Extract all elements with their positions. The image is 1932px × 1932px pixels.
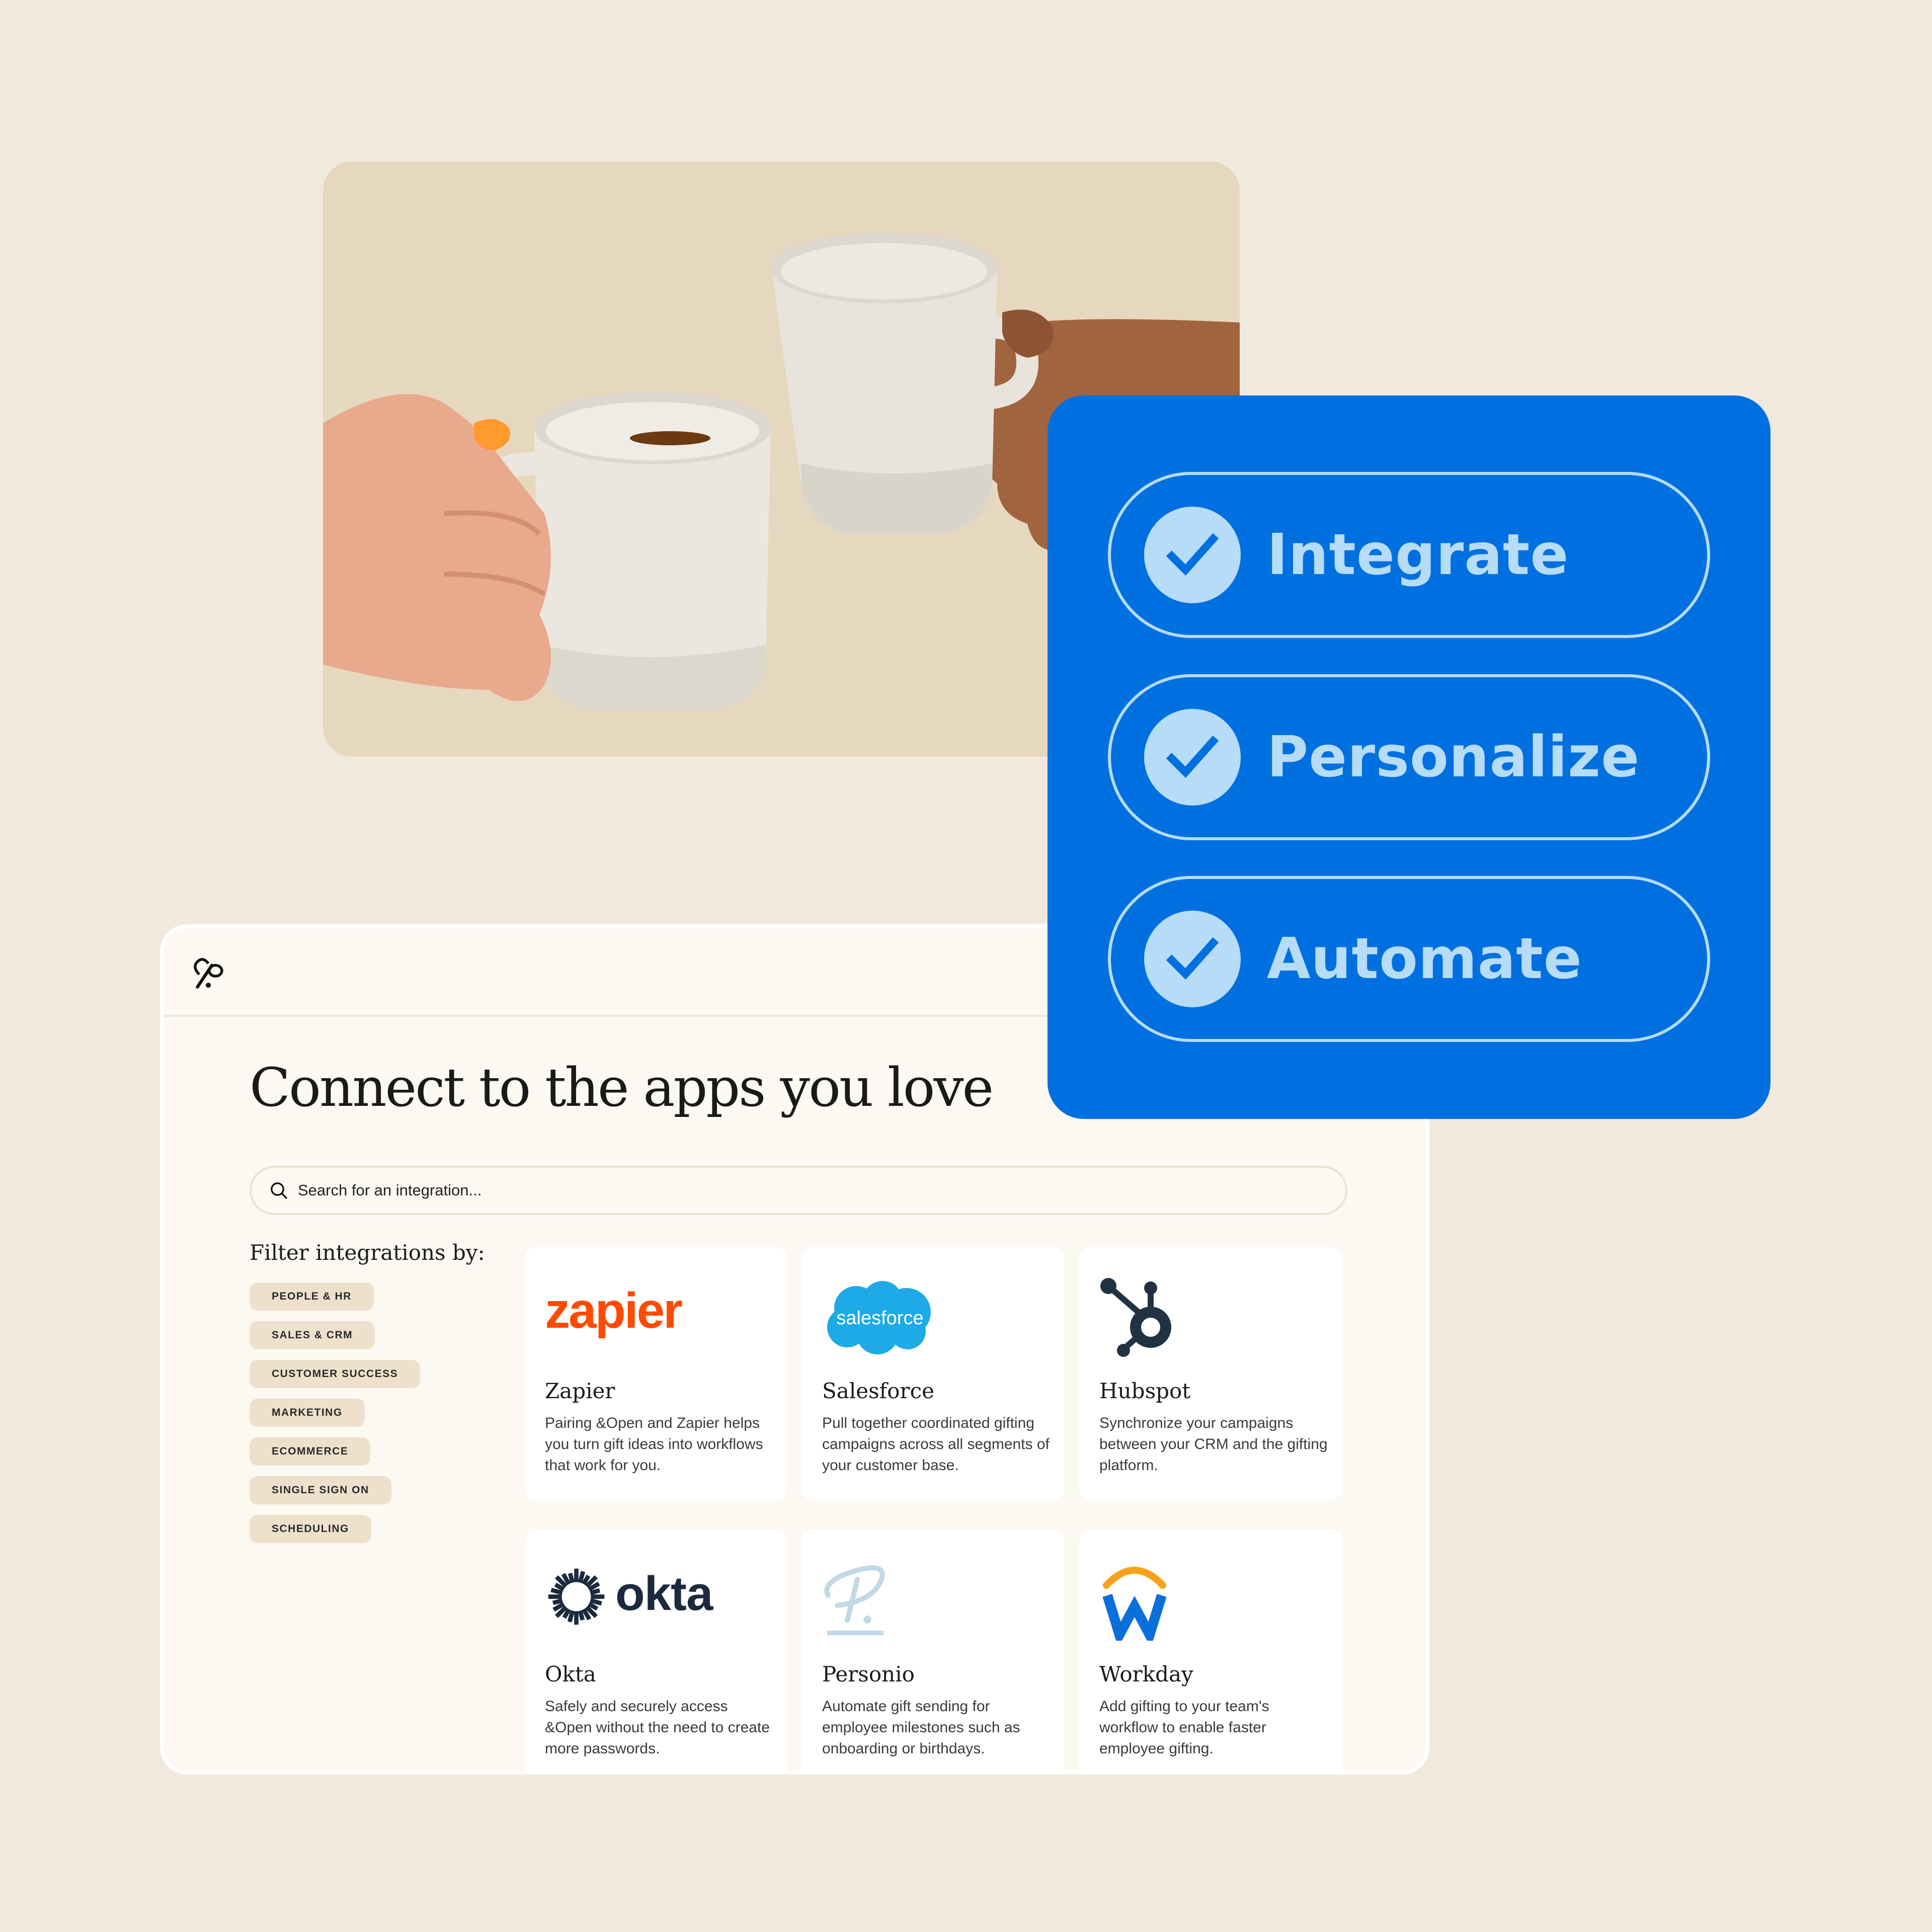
zapier-logo: zapier — [545, 1277, 766, 1352]
filter-chip-scheduling[interactable]: SCHEDULING — [250, 1515, 371, 1543]
integration-name: Zapier — [545, 1379, 615, 1403]
page-title: Connect to the apps you love — [250, 1057, 994, 1118]
okta-ray — [550, 1587, 563, 1595]
salesforce-logo-text: salesforce — [836, 1308, 923, 1329]
okta-ray — [552, 1598, 563, 1605]
integration-description: Safely and securely access &Open without… — [545, 1698, 770, 1757]
check-circle-icon — [1144, 709, 1241, 806]
filter-chip-list: PEOPLE & HR SALES & CRM CUSTOMER SUCCESS… — [250, 1282, 421, 1554]
integration-card-workday[interactable]: Workday Add gifting to your team's workf… — [1079, 1530, 1342, 1770]
hubspot-sprocket-icon — [1100, 1278, 1171, 1357]
integration-card-hubspot[interactable]: Hubspot Synchronize your campaigns betwe… — [1079, 1247, 1342, 1501]
hubspot-sprocket-logo — [1099, 1277, 1321, 1357]
filter-chip-people-hr[interactable]: PEOPLE & HR — [250, 1282, 374, 1311]
integration-name: Okta — [545, 1662, 596, 1686]
okta-ray — [578, 1610, 585, 1621]
zapier-logo-wordmark: zapier — [545, 1282, 683, 1339]
okta-ray — [567, 1610, 575, 1623]
integration-card-personio[interactable]: Personio Automate gift sending for emplo… — [802, 1530, 1065, 1770]
integration-description: Add gifting to your team's workflow to e… — [1099, 1698, 1269, 1757]
feature-label: Automate — [1267, 926, 1582, 992]
integration-description: Pairing &Open and Zapier helps you turn … — [545, 1415, 763, 1474]
feature-pill-integrate: Integrate — [1108, 472, 1710, 638]
feature-pill-automate: Automate — [1108, 876, 1710, 1042]
workday-w-logo — [1099, 1560, 1321, 1641]
okta-ray — [578, 1571, 586, 1583]
okta-ray — [590, 1598, 602, 1606]
and-open-logo-icon[interactable] — [190, 954, 226, 991]
salesforce-cloud-icon: salesforce — [827, 1281, 931, 1354]
filter-label: Filter integrations by: — [250, 1240, 485, 1265]
check-circle-icon — [1144, 911, 1241, 1007]
okta-logo-wordmark: okta — [615, 1567, 713, 1621]
salesforce-cloud-logo: salesforce — [822, 1277, 1043, 1354]
filter-chip-single-sign-on[interactable]: SINGLE SIGN ON — [250, 1476, 391, 1504]
okta-sunburst-logo: okta — [545, 1560, 766, 1636]
personio-p-logo — [822, 1560, 1043, 1636]
workday-w-icon — [1102, 1567, 1167, 1641]
filter-chip-ecommerce[interactable]: ECOMMERCE — [250, 1437, 371, 1466]
search-bar[interactable] — [250, 1166, 1347, 1215]
integration-name: Personio — [822, 1662, 915, 1686]
feature-label: Integrate — [1267, 522, 1569, 588]
integration-card-zapier[interactable]: zapier Zapier Pairing &Open and Zapier h… — [525, 1247, 787, 1501]
feature-label: Personalize — [1267, 725, 1640, 790]
features-card: Integrate Personalize Automate — [1048, 395, 1770, 1119]
filter-chip-sales-crm[interactable]: SALES & CRM — [250, 1321, 375, 1349]
integration-description: Pull together coordinated gifting campai… — [822, 1415, 1050, 1474]
search-icon — [271, 1182, 287, 1199]
filter-chip-marketing[interactable]: MARKETING — [250, 1399, 365, 1427]
integration-name: Hubspot — [1099, 1379, 1191, 1403]
okta-sunburst-icon — [548, 1568, 605, 1625]
feature-pill-personalize: Personalize — [1108, 674, 1710, 840]
search-input[interactable] — [298, 1181, 1254, 1199]
integration-name: Salesforce — [822, 1379, 934, 1403]
check-circle-icon — [1144, 507, 1241, 603]
integration-card-okta[interactable]: okta Okta Safely and securely access &Op… — [525, 1530, 787, 1770]
okta-ray — [568, 1572, 575, 1583]
integration-description: Synchronize your campaigns between your … — [1099, 1415, 1328, 1474]
integration-card-salesforce[interactable]: salesforce Salesforce Pull together coor… — [802, 1247, 1065, 1501]
okta-ray — [590, 1588, 601, 1595]
integration-description: Automate gift sending for employee miles… — [822, 1698, 1020, 1757]
personio-p-icon — [824, 1565, 886, 1635]
filter-chip-customer-success[interactable]: CUSTOMER SUCCESS — [250, 1360, 421, 1388]
integration-name: Workday — [1099, 1662, 1193, 1686]
